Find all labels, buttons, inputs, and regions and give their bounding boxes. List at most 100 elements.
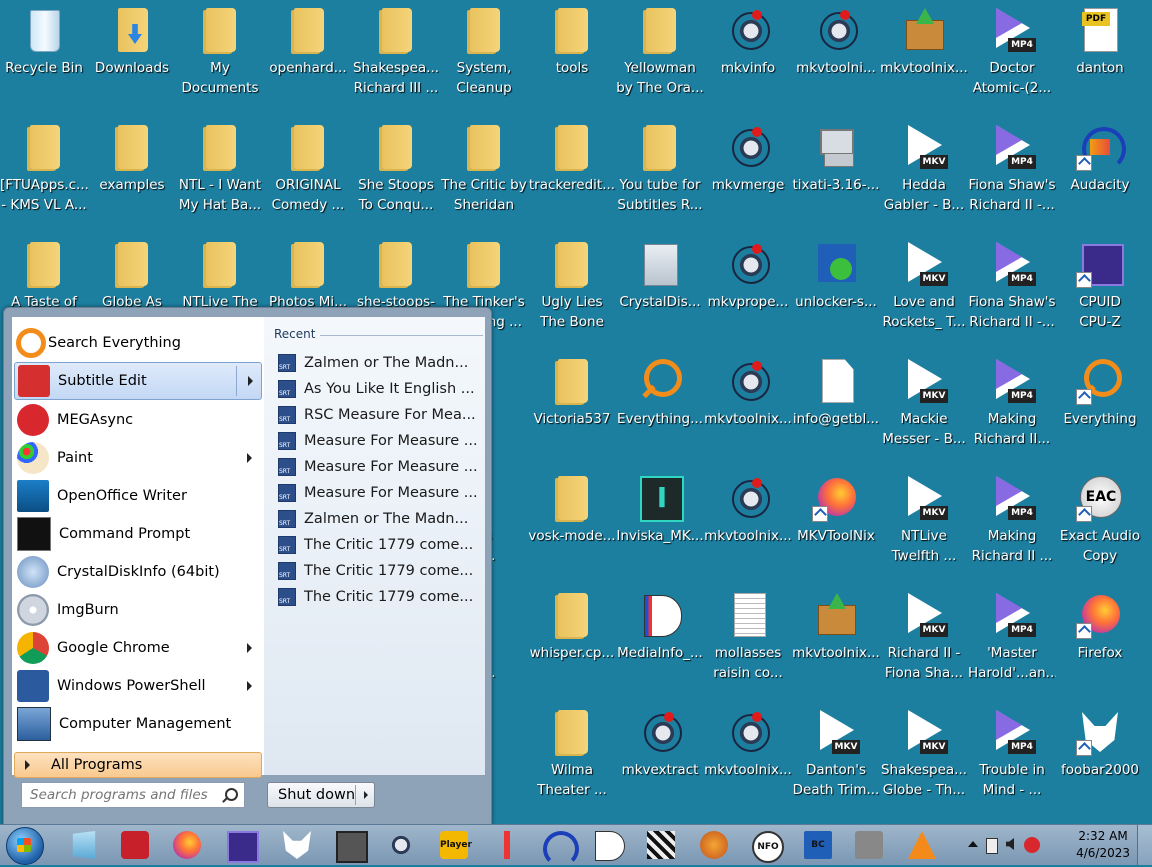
- desktop-icon-mp4[interactable]: MP4 'Master Harold'...an...: [968, 585, 1056, 695]
- desktop-icon-folder[interactable]: System, Cleanup an...: [440, 0, 528, 110]
- desktop-icon-mkvtoolnix[interactable]: mkvmerge: [704, 117, 792, 227]
- desktop-icon-mkv[interactable]: MKV NTLive Twelfth ...: [880, 468, 968, 578]
- start-pinned-mega[interactable]: MEGAsync: [14, 402, 260, 438]
- mega-tray-icon[interactable]: [1024, 837, 1040, 853]
- clock[interactable]: 2:32 AM 4/6/2023: [1076, 828, 1130, 862]
- taskbar-player-button[interactable]: Player: [437, 829, 472, 861]
- taskbar-mediainfo-button[interactable]: [592, 829, 626, 861]
- taskbar-mkvtoolnix-button[interactable]: [384, 829, 418, 861]
- desktop-icon-pdf[interactable]: PDF danton: [1056, 0, 1144, 110]
- all-programs-button[interactable]: All Programs: [14, 752, 262, 778]
- desktop-icon-everything-short[interactable]: Everything: [1056, 351, 1144, 461]
- taskbar-globe-button[interactable]: [697, 829, 731, 861]
- desktop-icon-inviska[interactable]: I Inviska_MK...: [616, 468, 704, 578]
- tray-overflow-icon[interactable]: [968, 841, 978, 847]
- recent-item[interactable]: The Critic 1779 come...: [278, 558, 482, 584]
- desktop-icon-folder[interactable]: My Documents: [176, 0, 264, 110]
- recent-item[interactable]: Zalmen or The Madn...: [278, 506, 482, 532]
- recent-item[interactable]: The Critic 1779 come...: [278, 532, 482, 558]
- taskbar-3dyd-button[interactable]: [118, 829, 152, 861]
- desktop-icon-mkv[interactable]: MKV Danton's Death Trim...: [792, 702, 880, 812]
- desktop-icon-folder-download[interactable]: Downloads: [88, 0, 176, 110]
- desktop-icon-foobar[interactable]: foobar2000: [1056, 702, 1144, 812]
- desktop-icon-installer[interactable]: CrystalDis...: [616, 234, 704, 344]
- taskbar-firefox-button[interactable]: [170, 829, 204, 861]
- recent-item[interactable]: Zalmen or The Madn...: [278, 350, 482, 376]
- taskbar-foobar-button[interactable]: [280, 829, 314, 861]
- desktop-icon-folder[interactable]: Shakespea... Richard III ...: [352, 0, 440, 110]
- taskbar-cpuz-button[interactable]: [224, 829, 259, 863]
- desktop-icon-folder[interactable]: [FTUApps.c... - KMS VL A...: [0, 117, 88, 227]
- desktop-icon-box[interactable]: mkvtoolnix...: [880, 0, 968, 110]
- taskbar-clapper-button[interactable]: [644, 829, 678, 861]
- recent-item[interactable]: Measure For Measure ...: [278, 454, 482, 480]
- desktop-icon-mediainfo[interactable]: MediaInfo_...: [616, 585, 704, 695]
- desktop-icon-folder[interactable]: Victoria537: [528, 351, 616, 461]
- taskbar-nfo-button[interactable]: NFO: [749, 829, 784, 863]
- desktop-icon-folder[interactable]: vosk-mode...: [528, 468, 616, 578]
- desktop-icon-folder[interactable]: openhard...: [264, 0, 352, 110]
- desktop-icon-mkvtoolnix[interactable]: mkvtoolnix...: [704, 351, 792, 461]
- shutdown-options-arrow-icon[interactable]: [364, 791, 368, 799]
- desktop-icon-blank[interactable]: info@getbl...: [792, 351, 880, 461]
- submenu-arrow-icon[interactable]: [248, 376, 253, 386]
- desktop-icon-eac[interactable]: EAC Exact Audio Copy: [1056, 468, 1144, 578]
- desktop-icon-mkv-magnifier[interactable]: mkvinfo: [704, 0, 792, 110]
- submenu-arrow-icon[interactable]: [247, 453, 252, 463]
- desktop-icon-mkv[interactable]: MKV Mackie Messer - B...: [880, 351, 968, 461]
- network-icon[interactable]: [986, 838, 998, 854]
- desktop-icon-everything[interactable]: Everything...: [616, 351, 704, 461]
- recent-item[interactable]: Measure For Measure ...: [278, 480, 482, 506]
- desktop-icon-mkvtoolnix[interactable]: mkvtoolnix...: [704, 468, 792, 578]
- shutdown-button[interactable]: Shut down: [267, 782, 375, 808]
- start-pinned-paint[interactable]: Paint: [14, 440, 260, 476]
- desktop-icon-mkvtoolnix[interactable]: mkvtoolnix...: [704, 702, 792, 812]
- desktop-icon-mkv[interactable]: MKV Hedda Gabler - B...: [880, 117, 968, 227]
- desktop-icon-mp4[interactable]: MP4 Making Richard II...: [968, 351, 1056, 461]
- desktop-icon-folder[interactable]: Ugly Lies The Bone: [528, 234, 616, 344]
- desktop-icon-recycle-bin[interactable]: Recycle Bin: [0, 0, 88, 110]
- desktop-icon-folder[interactable]: ORIGINAL Comedy ...: [264, 117, 352, 227]
- desktop-icon-folder[interactable]: You tube for Subtitles R...: [616, 117, 704, 227]
- submenu-arrow-icon[interactable]: [247, 643, 252, 653]
- desktop-icon-folder[interactable]: She Stoops To Conqu...: [352, 117, 440, 227]
- recent-item[interactable]: As You Like It English ...: [278, 376, 482, 402]
- desktop-icon-mkv[interactable]: MKV Richard II - Fiona Sha...: [880, 585, 968, 695]
- taskbar-audacity-button[interactable]: [540, 829, 579, 867]
- desktop-icon-mp4[interactable]: MP4 Doctor Atomic-(2...: [968, 0, 1056, 110]
- desktop-icon-mp4[interactable]: MP4 Making Richard II ...: [968, 468, 1056, 578]
- taskbar-inviska-button[interactable]: [333, 829, 368, 863]
- desktop-icon-unlocker[interactable]: unlocker-s...: [792, 234, 880, 344]
- desktop-icon-folder[interactable]: trackeredit...: [528, 117, 616, 227]
- start-pinned-subtitle-edit[interactable]: Subtitle Edit: [14, 362, 262, 400]
- start-pinned-crystaldiskinfo[interactable]: CrystalDiskInfo (64bit): [14, 554, 260, 590]
- desktop-icon-folder[interactable]: whisper.cp...: [528, 585, 616, 695]
- desktop-icon-folder[interactable]: The Critic by Sheridan Pl...: [440, 117, 528, 227]
- desktop-icon-mp4[interactable]: MP4 Fiona Shaw's Richard II -...: [968, 234, 1056, 344]
- start-search-box[interactable]: [21, 782, 245, 808]
- desktop-icon-mkv[interactable]: MKV Shakespea... Globe - Th...: [880, 702, 968, 812]
- start-pinned-openoffice-writer[interactable]: OpenOffice Writer: [14, 478, 260, 514]
- desktop-icon-mkvtoolnix[interactable]: mkvprope...: [704, 234, 792, 344]
- taskbar-bc-button[interactable]: BC: [801, 829, 835, 861]
- taskbar-tool-button[interactable]: [490, 829, 524, 861]
- desktop-icon-mkv[interactable]: MKV Love and Rockets_ T...: [880, 234, 968, 344]
- show-desktop-button[interactable]: [1137, 825, 1152, 865]
- volume-icon[interactable]: [1006, 838, 1014, 850]
- desktop-icon-folder[interactable]: Yellowman by The Ora...: [616, 0, 704, 110]
- desktop-icon-mp4[interactable]: MP4 Trouble in Mind - ...: [968, 702, 1056, 812]
- submenu-arrow-icon[interactable]: [247, 681, 252, 691]
- desktop-icon-firefox-dev[interactable]: MKVToolNix: [792, 468, 880, 578]
- taskbar-explorer-button[interactable]: [67, 829, 101, 861]
- desktop-icon-computer[interactable]: tixati-3.16-...: [792, 117, 880, 227]
- desktop-icon-textfile[interactable]: mollasses raisin co...: [704, 585, 792, 695]
- desktop-icon-firefox[interactable]: Firefox: [1056, 585, 1144, 695]
- desktop-icon-mkvtoolnix[interactable]: mkvextract: [616, 702, 704, 812]
- start-pinned-chrome[interactable]: Google Chrome: [14, 630, 260, 666]
- desktop-icon-box[interactable]: mkvtoolnix...: [792, 585, 880, 695]
- taskbar-lock-button[interactable]: [852, 829, 886, 861]
- start-pinned-computer-management[interactable]: Computer Management: [14, 706, 260, 742]
- start-search-input[interactable]: [28, 783, 222, 807]
- start-pinned-powershell[interactable]: Windows PowerShell: [14, 668, 260, 704]
- desktop-icon-folder[interactable]: Wilma Theater ...: [528, 702, 616, 812]
